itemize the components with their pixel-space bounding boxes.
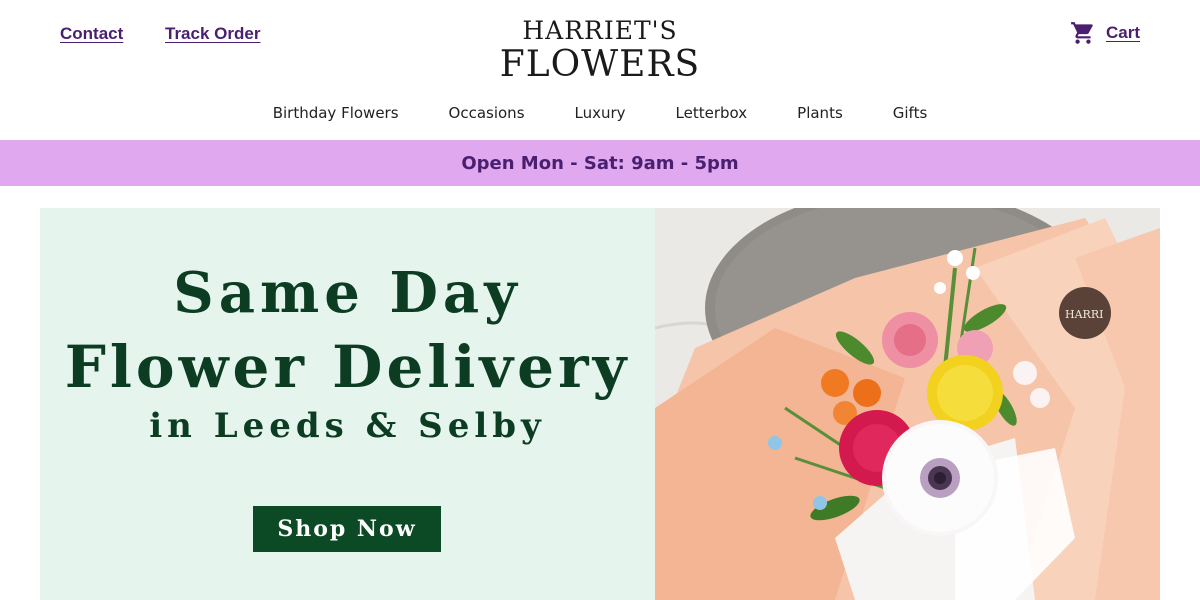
hero-bouquet-image: HARRI [655,208,1160,600]
shop-now-button[interactable]: Shop Now [253,506,441,552]
bouquet-tag-text: HARRI [1065,308,1103,321]
opening-hours-banner: Open Mon - Sat: 9am - 5pm [0,140,1200,186]
hero-text-panel: Same Day Flower Delivery in Leeds & Selb… [40,208,655,600]
nav-item-luxury[interactable]: Luxury [550,104,651,122]
cart-link[interactable]: Cart [1070,20,1140,46]
nav-item-plants[interactable]: Plants [772,104,868,122]
nav-item-letterbox[interactable]: Letterbox [651,104,773,122]
nav-item-birthday-flowers[interactable]: Birthday Flowers [248,104,424,122]
site-logo[interactable]: HARRIET'S FLOWERS [0,16,1200,84]
hero-title-line-1: Same Day [173,260,522,326]
nav-item-occasions[interactable]: Occasions [424,104,550,122]
logo-line-2: FLOWERS [499,44,701,85]
nav-item-gifts[interactable]: Gifts [868,104,953,122]
site-header: Contact Track Order HARRIET'S FLOWERS Ca… [0,0,1200,140]
main-nav: Birthday Flowers Occasions Luxury Letter… [0,104,1200,122]
hero-title-line-2: Flower Delivery [64,333,631,401]
hero-subtitle: in Leeds & Selby [149,406,546,446]
cart-icon [1070,20,1096,46]
opening-hours-text: Open Mon - Sat: 9am - 5pm [461,152,739,174]
logo-line-1: HARRIET'S [522,16,678,45]
cart-label: Cart [1105,23,1140,42]
